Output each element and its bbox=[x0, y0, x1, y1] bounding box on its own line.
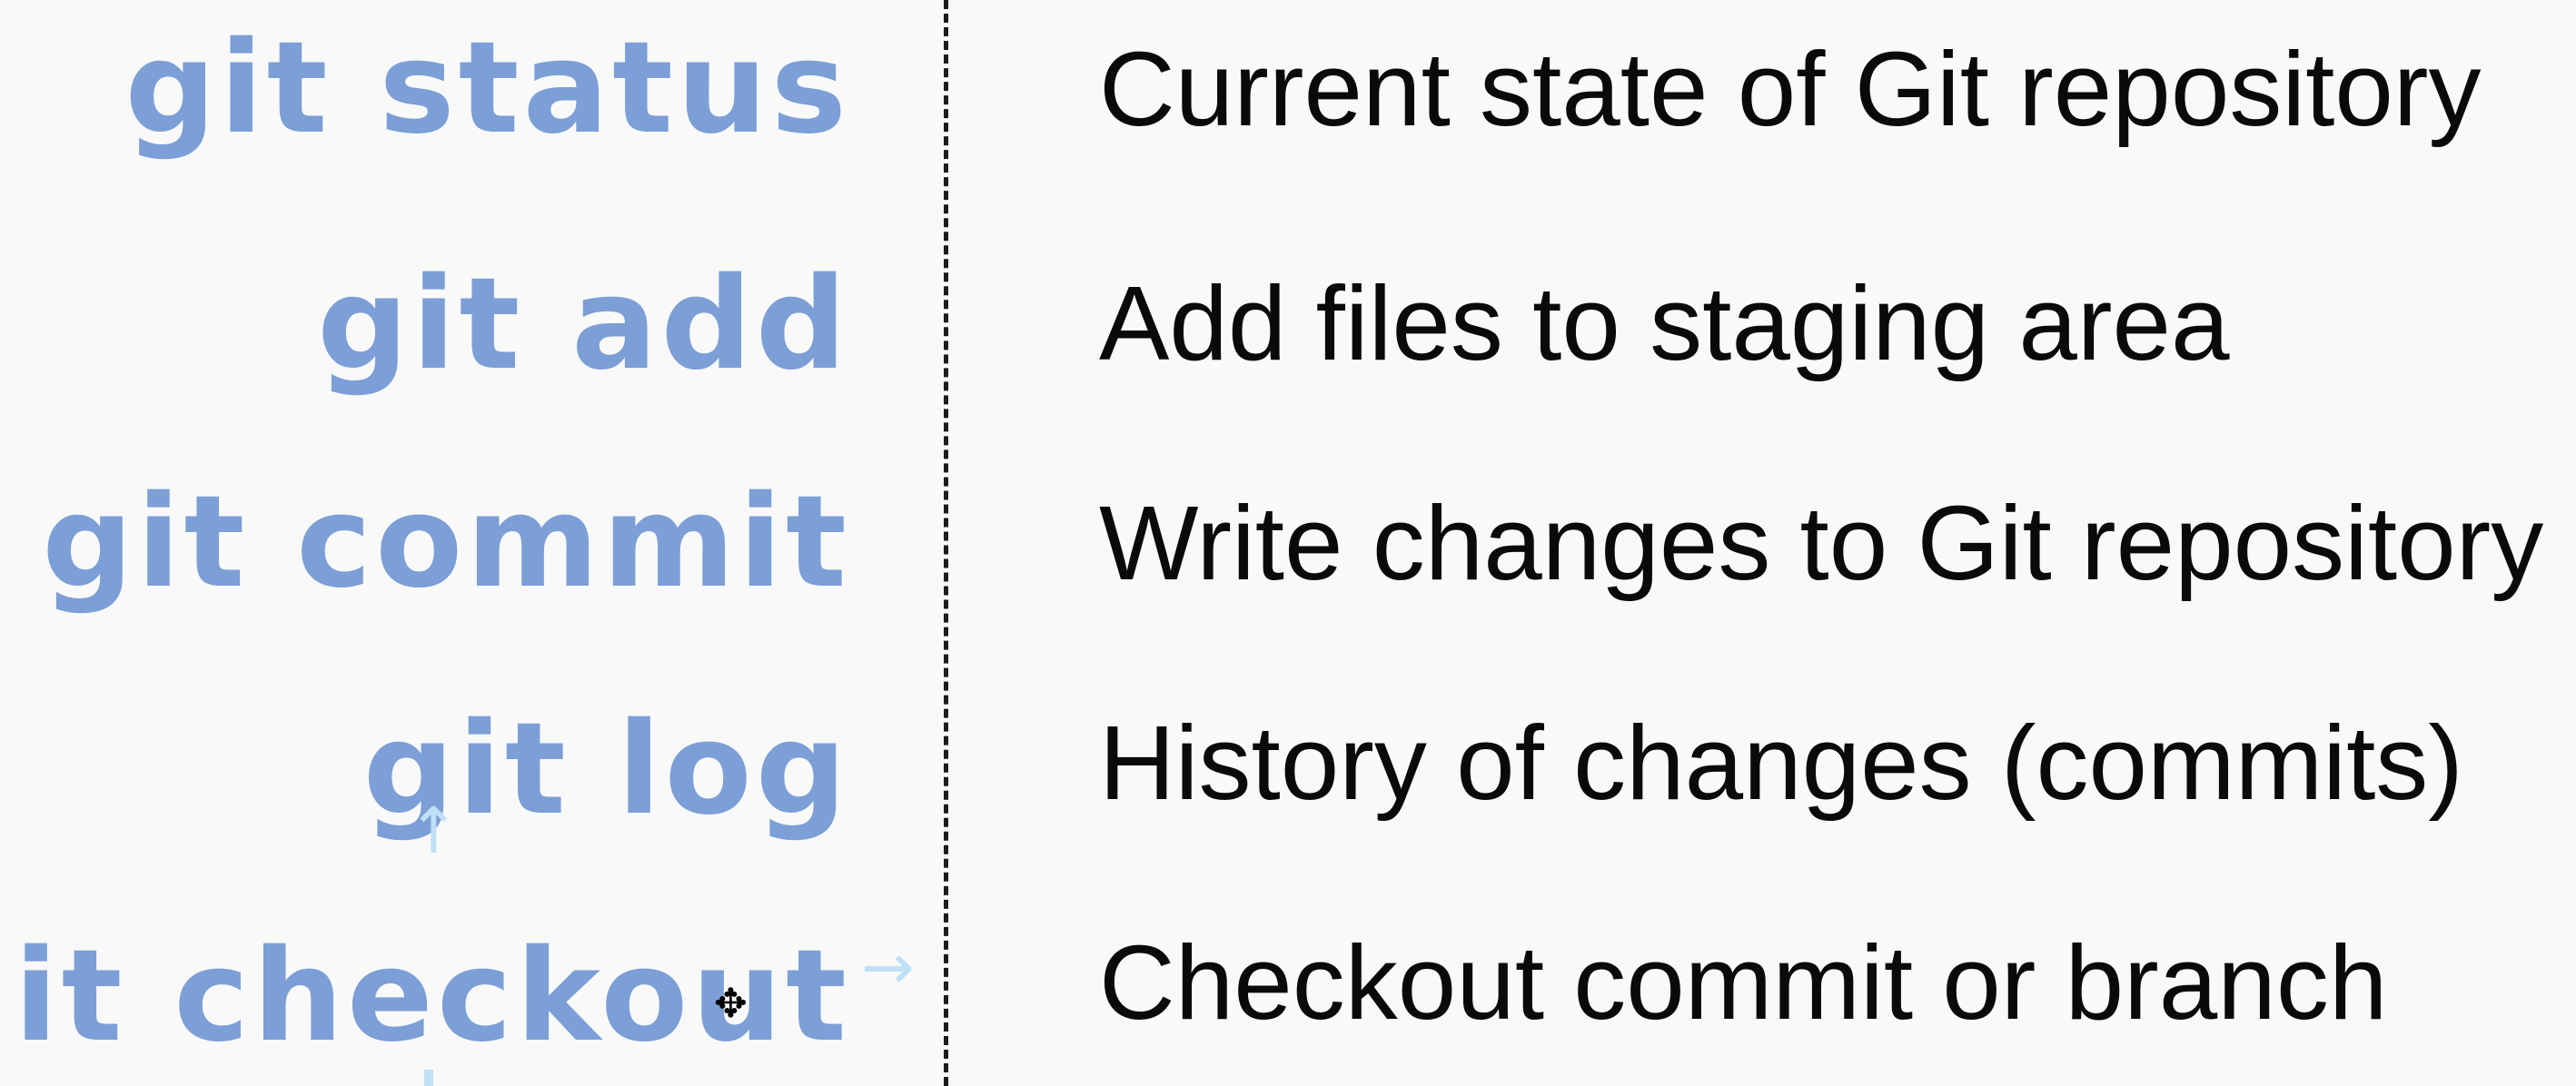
command-git-commit: git commit bbox=[42, 469, 850, 617]
command-git-add: git add bbox=[317, 251, 850, 399]
slide: git status Current state of Git reposito… bbox=[0, 0, 2576, 1086]
description-git-status: Current state of Git repository bbox=[1099, 30, 2482, 148]
description-git-commit: Write changes to Git repository bbox=[1099, 484, 2544, 602]
description-git-log: History of changes (commits) bbox=[1099, 704, 2463, 822]
command-git-status: git status bbox=[124, 15, 850, 163]
move-cursor-icon: ✥ bbox=[714, 981, 748, 1027]
arrow-down-icon bbox=[424, 1070, 433, 1086]
dashed-divider bbox=[944, 0, 948, 1086]
arrow-up-icon: ↑ bbox=[407, 794, 461, 868]
description-git-checkout: Checkout commit or branch bbox=[1099, 923, 2388, 1042]
arrow-right-icon: → bbox=[861, 930, 915, 1004]
description-git-add: Add files to staging area bbox=[1099, 264, 2230, 382]
